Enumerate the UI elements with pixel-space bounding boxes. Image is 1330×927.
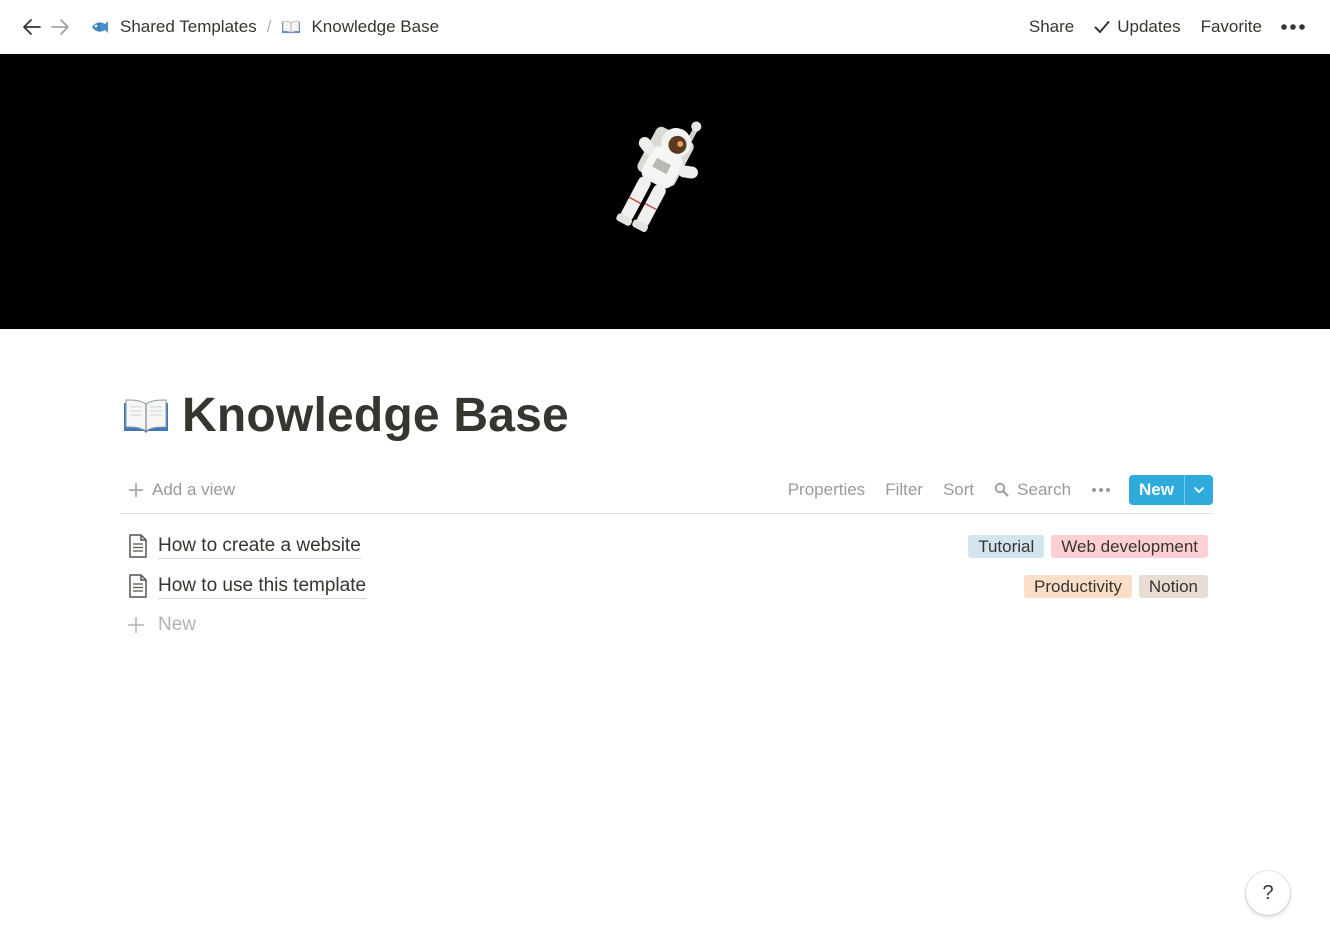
list-item-title[interactable]: How to create a website — [158, 534, 361, 559]
properties-label: Properties — [787, 479, 866, 499]
search-icon — [994, 482, 1009, 497]
plus-icon — [128, 482, 144, 498]
tag: Tutorial — [968, 534, 1045, 558]
database-view-bar: Add a view Properties Filter Sort Search… — [120, 470, 1213, 514]
arrow-right-icon — [51, 19, 69, 35]
astronaut-illustration — [616, 121, 702, 233]
tags: Tutorial Web development — [961, 534, 1208, 558]
chevron-down-icon — [1194, 486, 1204, 493]
breadcrumb-knowledge-base[interactable]: Knowledge Base — [275, 15, 445, 39]
more-options-button[interactable] — [1272, 19, 1314, 35]
arrow-left-icon — [23, 19, 41, 35]
tag: Web development — [1051, 534, 1208, 558]
breadcrumb-separator: / — [266, 17, 272, 36]
search-button[interactable]: Search — [984, 476, 1081, 504]
plus-icon — [120, 616, 152, 634]
view-tools: Properties Filter Sort Search New — [778, 474, 1213, 505]
page-title: Knowledge Base — [182, 389, 569, 442]
document-icon — [122, 534, 154, 558]
breadcrumb: Shared Templates / Knowledge Base — [84, 15, 445, 39]
list-item-title[interactable]: How to use this template — [158, 574, 367, 599]
breadcrumb-shared-templates[interactable]: Shared Templates — [84, 15, 263, 39]
share-label: Share — [1028, 17, 1075, 36]
topbar: Shared Templates / Knowledge Base Share … — [0, 0, 1330, 54]
ellipsis-icon — [1281, 24, 1305, 30]
updates-button[interactable]: Updates — [1084, 13, 1190, 41]
add-new-label: New — [158, 614, 197, 635]
filter-label: Filter — [885, 479, 923, 499]
properties-button[interactable]: Properties — [778, 476, 875, 504]
breadcrumb-label: Knowledge Base — [311, 17, 440, 36]
topbar-actions: Share Updates Favorite — [1019, 13, 1314, 41]
page-header: Knowledge Base — [122, 388, 569, 443]
add-view-label: Add a view — [152, 479, 236, 499]
ellipsis-icon — [1092, 487, 1111, 492]
document-icon — [122, 574, 154, 598]
favorite-label: Favorite — [1200, 17, 1262, 36]
list-item[interactable]: How to create a website Tutorial Web dev… — [120, 526, 1213, 566]
tags: Productivity Notion — [1017, 574, 1208, 598]
tag: Notion — [1138, 574, 1208, 598]
checkmark-icon — [1094, 20, 1110, 34]
new-button-label: New — [1139, 479, 1174, 499]
favorite-button[interactable]: Favorite — [1191, 13, 1272, 41]
new-dropdown-button[interactable] — [1184, 474, 1213, 505]
sort-button[interactable]: Sort — [933, 476, 984, 504]
list-item[interactable]: How to use this template Productivity No… — [120, 566, 1213, 606]
add-new-row-button[interactable]: New — [120, 606, 196, 644]
sort-label: Sort — [942, 479, 975, 499]
open-book-icon — [281, 19, 301, 35]
cover-image — [0, 54, 1330, 329]
updates-label: Updates — [1117, 17, 1181, 36]
new-page-button[interactable]: New — [1129, 474, 1213, 505]
fish-icon — [90, 19, 110, 35]
help-button[interactable]: ? — [1246, 871, 1290, 915]
search-label: Search — [1017, 479, 1072, 499]
back-button[interactable] — [18, 13, 46, 41]
forward-button[interactable] — [46, 13, 74, 41]
help-label: ? — [1262, 881, 1274, 904]
open-book-icon[interactable] — [122, 396, 170, 436]
share-button[interactable]: Share — [1019, 13, 1084, 41]
tag: Productivity — [1023, 574, 1132, 598]
view-more-button[interactable] — [1081, 483, 1121, 497]
add-view-button[interactable]: Add a view — [120, 480, 243, 500]
breadcrumb-label: Shared Templates — [120, 17, 257, 36]
filter-button[interactable]: Filter — [875, 476, 933, 504]
